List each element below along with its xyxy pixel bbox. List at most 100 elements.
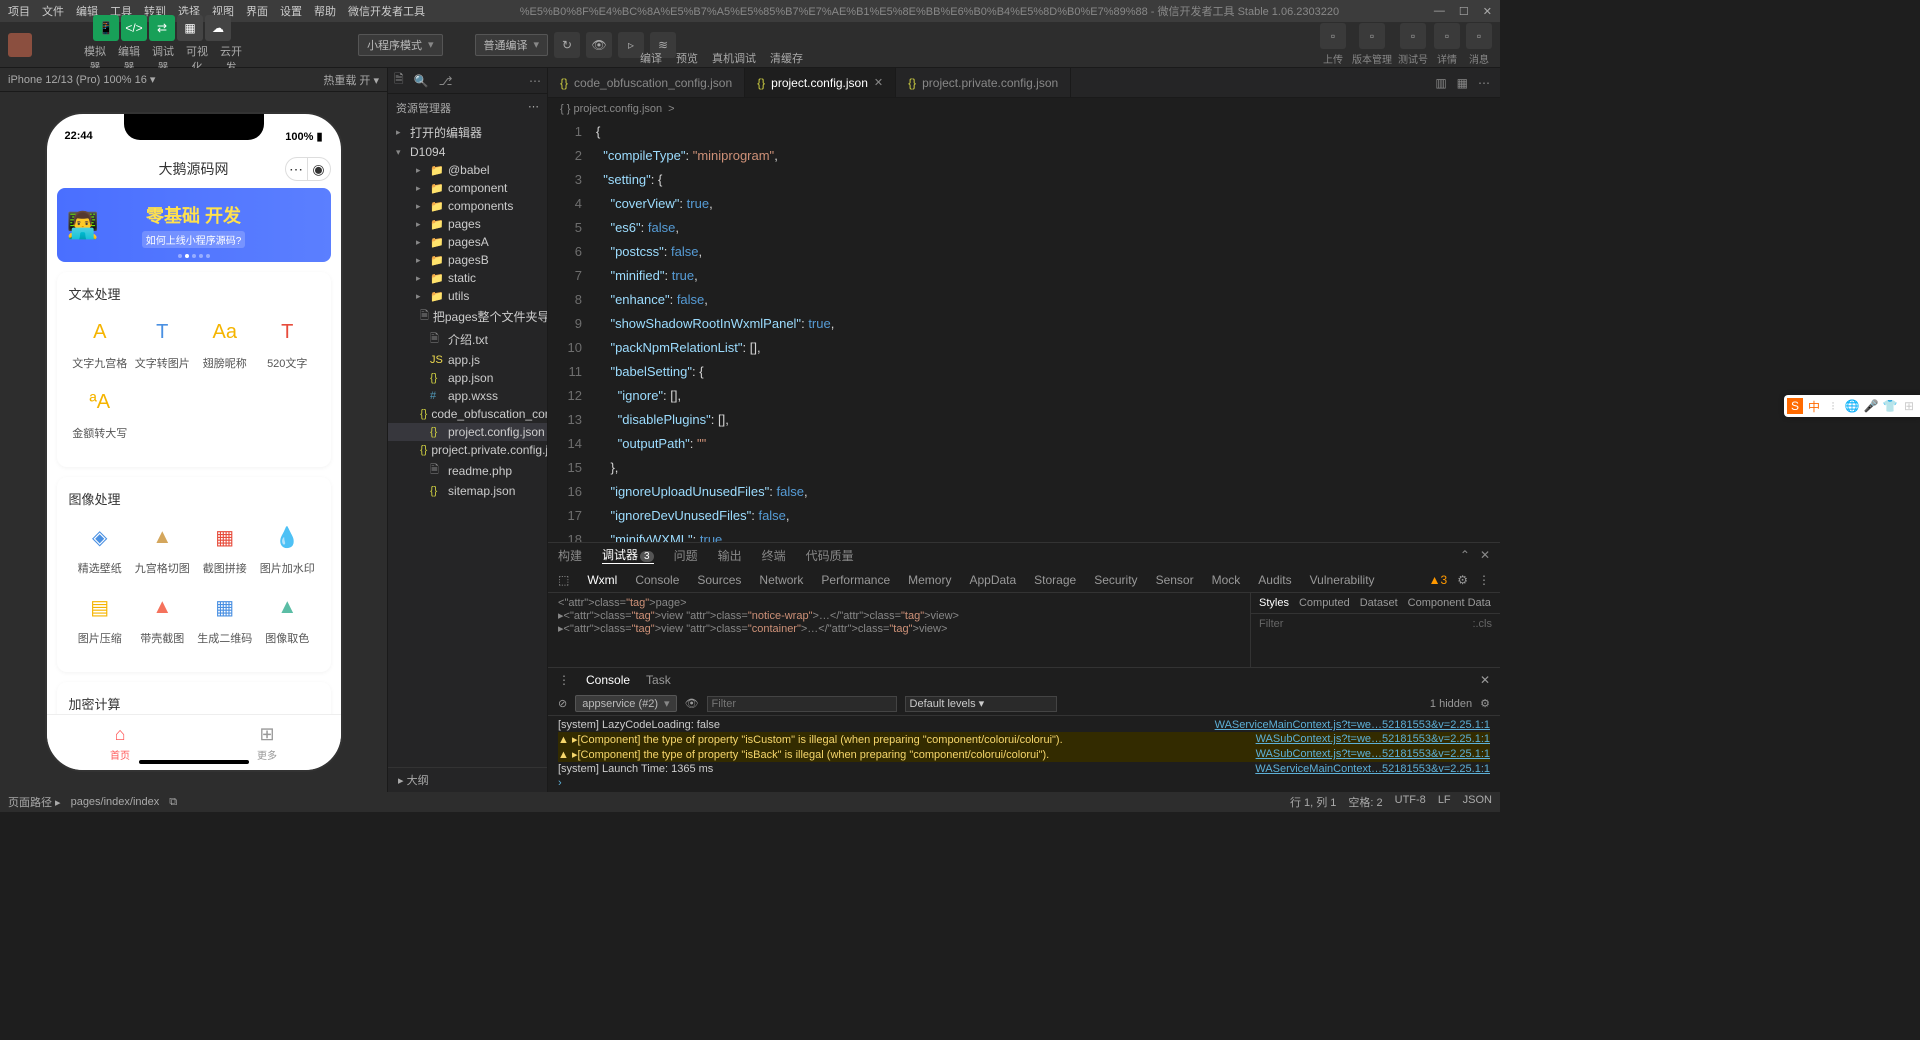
console-tab[interactable]: Task — [646, 673, 671, 687]
page-path[interactable]: pages/index/index — [71, 796, 160, 808]
tree-node[interactable]: {}project.private.config.js... — [388, 441, 547, 459]
collapse-icon[interactable]: ⌃ — [1460, 548, 1470, 562]
menu-微信开发者工具[interactable]: 微信开发者工具 — [348, 3, 425, 19]
project-root[interactable]: ▾D1094 — [388, 143, 547, 161]
more-icon[interactable]: ⋯ — [529, 74, 541, 88]
grid-item[interactable]: ▦生成二维码 — [194, 590, 257, 646]
menu-帮助[interactable]: 帮助 — [314, 3, 336, 19]
copy-icon[interactable]: ⧉ — [169, 796, 177, 809]
ime-floatbar[interactable]: S中⁝🌐🎤👕⊞ — [1784, 395, 1920, 417]
style-tab[interactable]: Component Data — [1408, 597, 1491, 609]
levels-select[interactable] — [905, 696, 1057, 712]
tree-node[interactable]: ▸📁static — [388, 269, 547, 287]
devtool-tab[interactable]: Mock — [1212, 573, 1241, 587]
grid-item[interactable]: ◈精选壁纸 — [69, 520, 132, 576]
grid-item[interactable]: ▤图片压缩 — [69, 590, 132, 646]
status-item[interactable]: LF — [1438, 794, 1451, 810]
close-panel-icon[interactable]: ✕ — [1480, 548, 1490, 562]
tree-node[interactable]: JSapp.js — [388, 351, 547, 369]
style-tab[interactable]: Dataset — [1360, 597, 1398, 609]
win-control[interactable]: ☐ — [1459, 5, 1469, 18]
code-editor[interactable]: 123456789101112131415161718 { "compileTy… — [548, 120, 1500, 542]
cloud-toggle[interactable]: ☁ — [205, 15, 231, 41]
split-icon[interactable]: ▥ — [1435, 76, 1446, 90]
editor-tab[interactable]: {}code_obfuscation_config.json — [548, 68, 745, 97]
grid-item[interactable]: T520文字 — [256, 315, 319, 371]
editor-toggle[interactable]: </> — [121, 15, 147, 41]
git-icon[interactable]: ⎇ — [439, 74, 453, 88]
tree-node[interactable]: ▸📁utils — [388, 287, 547, 305]
debugger-toggle[interactable]: ⇄ — [149, 15, 175, 41]
console-close-icon[interactable]: ✕ — [1480, 673, 1490, 687]
status-item[interactable]: 空格: 2 — [1348, 794, 1382, 810]
grid-item[interactable]: ªA金额转大写 — [69, 385, 132, 441]
style-tab[interactable]: Computed — [1299, 597, 1350, 609]
tree-node[interactable]: 🗎把pages整个文件夹导... — [388, 305, 547, 328]
refresh-icon[interactable]: ↻ — [554, 32, 580, 58]
win-control[interactable]: — — [1434, 5, 1445, 18]
tree-node[interactable]: ▸📁component — [388, 179, 547, 197]
context-select[interactable]: appservice (#2) — [575, 695, 676, 712]
open-editors-section[interactable]: ▸打开的编辑器 — [388, 122, 547, 143]
console-settings-icon[interactable]: ⚙ — [1480, 697, 1490, 710]
grid-item[interactable]: T文字转图片 — [131, 315, 194, 371]
style-filter[interactable]: Filter — [1259, 618, 1283, 630]
menu-文件[interactable]: 文件 — [42, 3, 64, 19]
tab-more-icon[interactable]: ⋯ — [1478, 76, 1490, 90]
devtool-tab[interactable]: Sources — [697, 573, 741, 587]
outline-section[interactable]: ▸ 大纲 — [388, 767, 547, 792]
status-item[interactable]: JSON — [1463, 794, 1492, 810]
devtool-tab[interactable]: AppData — [969, 573, 1016, 587]
devtool-tab[interactable]: Sensor — [1156, 573, 1194, 587]
tree-node[interactable]: ▸📁@babel — [388, 161, 547, 179]
grid-item[interactable]: A文字九宫格 — [69, 315, 132, 371]
preview-icon[interactable]: 👁 — [586, 32, 612, 58]
devtool-tab[interactable]: Wxml — [587, 573, 617, 587]
tree-node[interactable]: ▸📁pages — [388, 215, 547, 233]
panel-tab[interactable]: 构建 — [558, 547, 582, 564]
compile-select[interactable]: 普通编译 — [475, 34, 549, 56]
tree-node[interactable]: ▸📁components — [388, 197, 547, 215]
devtool-tab[interactable]: Vulnerability — [1310, 573, 1375, 587]
grid-item[interactable]: ▲图像取色 — [256, 590, 319, 646]
status-item[interactable]: 行 1, 列 1 — [1290, 794, 1336, 810]
devtool-tab[interactable]: Console — [635, 573, 679, 587]
select-element-icon[interactable]: ⬚ — [558, 573, 569, 587]
devtool-tab[interactable]: Network — [759, 573, 803, 587]
tree-node[interactable]: 🗎介绍.txt — [388, 328, 547, 351]
breadcrumb[interactable]: { } project.config.json> — [548, 98, 1500, 120]
page-path-label[interactable]: 页面路径 ▸ — [8, 794, 61, 810]
banner[interactable]: 👨‍💻 零基础 开发 如何上线小程序源码? — [57, 188, 331, 262]
visual-toggle[interactable]: ▦ — [177, 15, 203, 41]
devtool-tab[interactable]: Audits — [1258, 573, 1291, 587]
style-tab[interactable]: Styles — [1259, 597, 1289, 609]
panel-tab[interactable]: 调试器3 — [602, 546, 654, 564]
grid-item[interactable]: ▲九宫格切图 — [131, 520, 194, 576]
devtool-tab[interactable]: Storage — [1034, 573, 1076, 587]
tree-node[interactable]: ▸📁pagesB — [388, 251, 547, 269]
win-control[interactable]: ✕ — [1483, 5, 1492, 18]
search-icon[interactable]: 🔍 — [414, 74, 429, 88]
menu-设置[interactable]: 设置 — [280, 3, 302, 19]
settings-icon[interactable]: ⚙ — [1457, 573, 1468, 587]
panel-tab[interactable]: 代码质量 — [806, 547, 854, 564]
devtool-tab[interactable]: Security — [1094, 573, 1137, 587]
explorer-more-icon[interactable]: ⋯ — [528, 100, 539, 116]
capsule[interactable]: ⋯◉ — [285, 157, 331, 181]
grid-item[interactable]: ▦截图拼接 — [194, 520, 257, 576]
grid-item[interactable]: 💧图片加水印 — [256, 520, 319, 576]
avatar[interactable] — [8, 33, 32, 57]
device-select[interactable]: iPhone 12/13 (Pro) 100% 16 ▾ — [8, 73, 155, 86]
files-icon[interactable]: 🗎 — [394, 70, 404, 91]
simulator-toggle[interactable]: 📱 — [93, 15, 119, 41]
warning-badge[interactable]: ▲3 — [1429, 573, 1448, 587]
wxml-pane[interactable]: <"attr">class="tag">page> ▸<"attr">class… — [548, 593, 1250, 667]
grid-item[interactable]: ▲带壳截图 — [131, 590, 194, 646]
hidden-count[interactable]: 1 hidden — [1430, 698, 1472, 710]
console-filter-input[interactable] — [707, 696, 897, 712]
devtool-tab[interactable]: Memory — [908, 573, 951, 587]
editor-tab[interactable]: {}project.private.config.json — [896, 68, 1071, 97]
menu-界面[interactable]: 界面 — [246, 3, 268, 19]
editor-tab[interactable]: {}project.config.json✕ — [745, 68, 896, 97]
tree-node[interactable]: #app.wxss — [388, 387, 547, 405]
